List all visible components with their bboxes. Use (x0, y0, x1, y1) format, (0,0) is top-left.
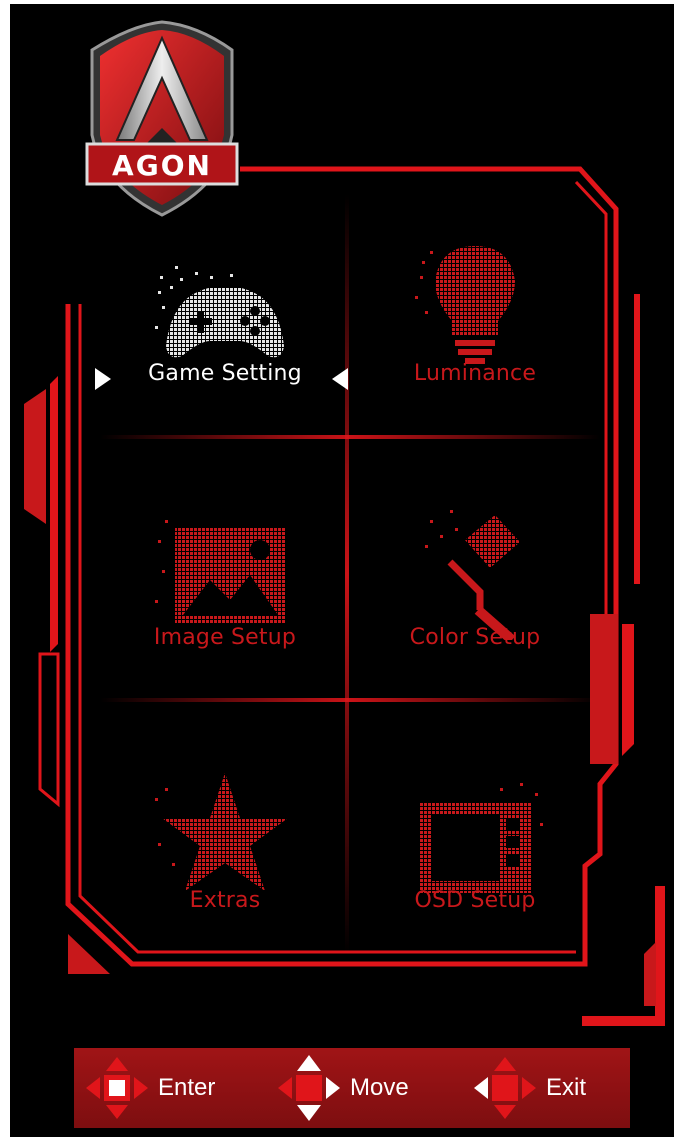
exit-label: Exit (546, 1074, 587, 1101)
menu-item-label: Luminance (413, 361, 537, 386)
agon-logo: AGON (85, 20, 239, 217)
move-label: Move (350, 1074, 409, 1101)
exit-hint[interactable]: Exit (470, 1048, 586, 1128)
menu-item-label: Extras (189, 888, 261, 913)
gamepad-icon (155, 266, 284, 358)
paint-roller-icon (425, 510, 520, 640)
agon-logo-text: AGON (112, 149, 212, 182)
menu-item-label: OSD Setup (414, 888, 536, 913)
enter-label: Enter (158, 1074, 216, 1101)
lightbulb-icon (415, 246, 515, 364)
menu-item-luminance[interactable]: Luminance (340, 206, 610, 468)
menu-item-image-setup[interactable]: Image Setup (90, 470, 360, 732)
osd-screen: AGON Game Setting Luminance Image Setup … (10, 4, 674, 1137)
dpad-enter-icon (86, 1057, 148, 1119)
menu-item-game-setting[interactable]: Game Setting (90, 206, 360, 468)
move-hint[interactable]: Move (274, 1048, 409, 1128)
picture-icon (155, 520, 285, 623)
star-icon (155, 773, 288, 891)
menu-item-label: Game Setting (148, 361, 302, 386)
menu-item-osd-setup[interactable]: OSD Setup (340, 733, 610, 995)
dpad-exit-icon (474, 1057, 536, 1119)
menu-item-label: Color Setup (409, 625, 541, 650)
menu-item-color-setup[interactable]: Color Setup (340, 470, 610, 732)
osd-panel-icon (420, 783, 543, 893)
menu-item-extras[interactable]: Extras (90, 733, 360, 995)
key-hint-bar: Enter Move Exit (74, 1048, 630, 1128)
dpad-move-icon (278, 1055, 340, 1121)
enter-hint[interactable]: Enter (82, 1048, 215, 1128)
menu-item-label: Image Setup (153, 625, 297, 650)
